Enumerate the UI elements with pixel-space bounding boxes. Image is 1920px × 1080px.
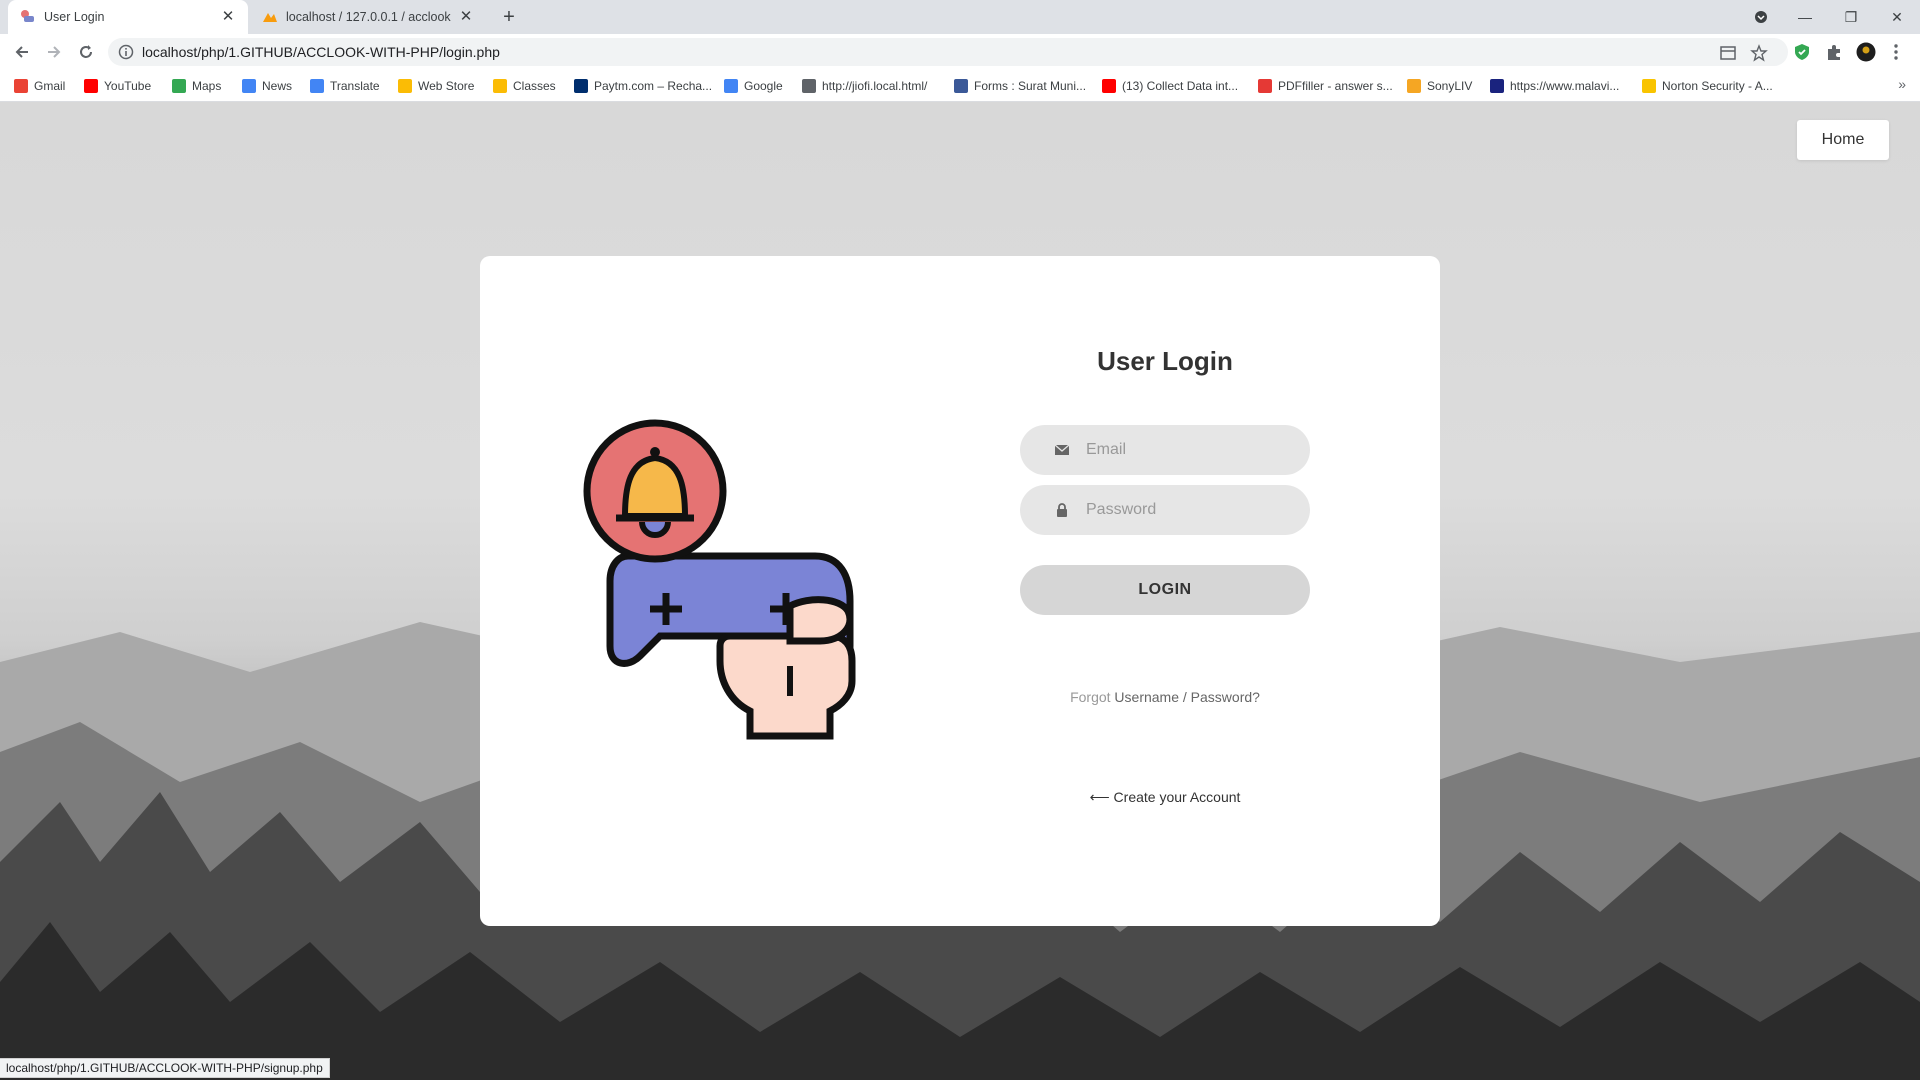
bookmark-item[interactable]: YouTube <box>84 77 151 95</box>
minimize-icon[interactable]: — <box>1782 0 1828 34</box>
bookmark-favicon-icon <box>14 79 28 93</box>
tab-search-icon[interactable] <box>1738 0 1784 34</box>
extensions-puzzle-icon[interactable] <box>1824 42 1844 62</box>
password-input[interactable] <box>1086 485 1296 535</box>
url-text: localhost/php/1.GITHUB/ACCLOOK-WITH-PHP/… <box>142 44 500 60</box>
bookmark-label: SonyLIV <box>1427 79 1473 93</box>
page-viewport: Home User Login Email LOGIN Forgot Usern… <box>0 102 1920 1080</box>
email-input[interactable] <box>1086 425 1296 475</box>
bookmark-item[interactable]: Forms : Surat Muni... <box>954 77 1086 95</box>
tab-title: localhost / 127.0.0.1 / acclook / a <box>286 10 452 24</box>
bookmark-star-icon[interactable] <box>1750 44 1768 62</box>
close-window-icon[interactable]: ✕ <box>1874 0 1920 34</box>
bookmark-favicon-icon <box>172 79 186 93</box>
bookmark-favicon-icon <box>802 79 816 93</box>
bookmark-item[interactable]: Translate <box>310 77 380 95</box>
bookmark-item[interactable]: Web Store <box>398 77 474 95</box>
bookmark-label: YouTube <box>104 79 152 93</box>
password-field-wrapper <box>1020 485 1310 535</box>
address-bar[interactable]: localhost/php/1.GITHUB/ACCLOOK-WITH-PHP/… <box>108 38 1788 66</box>
tab-user-login[interactable]: User Login ✕ <box>8 0 248 34</box>
page-title: User Login <box>1097 346 1233 376</box>
create-account-link[interactable]: ⟵ Create your Account <box>1020 789 1310 806</box>
bookmark-item[interactable]: (13) Collect Data int... <box>1102 77 1238 95</box>
bookmark-label: Gmail <box>34 79 66 93</box>
bookmark-item[interactable]: Gmail <box>14 77 65 95</box>
bookmark-label: https://www.malavi... <box>1510 79 1620 93</box>
bookmark-favicon-icon <box>1642 79 1656 93</box>
close-tab-icon[interactable]: ✕ <box>220 9 236 25</box>
bookmark-favicon-icon <box>1407 79 1421 93</box>
bookmark-favicon-icon <box>574 79 588 93</box>
bookmark-favicon-icon <box>84 79 98 93</box>
bookmark-favicon-icon <box>1490 79 1504 93</box>
close-tab-icon[interactable]: ✕ <box>458 9 474 25</box>
bookmark-favicon-icon <box>310 79 324 93</box>
bookmark-favicon-icon <box>242 79 256 93</box>
bookmark-item[interactable]: SonyLIV <box>1407 77 1472 95</box>
browser-toolbar: localhost/php/1.GITHUB/ACCLOOK-WITH-PHP/… <box>0 34 1920 70</box>
login-form: User Login LOGIN Forgot Username / Passw… <box>1020 346 1310 806</box>
bookmark-label: Google <box>744 79 783 93</box>
bookmark-favicon-icon <box>954 79 968 93</box>
status-bar-url: localhost/php/1.GITHUB/ACCLOOK-WITH-PHP/… <box>0 1058 330 1078</box>
bookmark-label: News <box>262 79 293 93</box>
reader-mode-icon[interactable] <box>1719 44 1737 62</box>
bookmark-label: PDFfiller - answer s... <box>1278 79 1393 93</box>
site-info-icon[interactable] <box>118 44 134 60</box>
bookmark-label: http://jiofi.local.html/ <box>822 79 928 93</box>
home-button[interactable]: Home <box>1797 120 1889 160</box>
bookmark-label: Norton Security - A... <box>1662 79 1773 93</box>
bookmark-item[interactable]: Google <box>724 77 783 95</box>
bookmark-favicon-icon <box>1102 79 1116 93</box>
envelope-icon <box>1054 444 1070 455</box>
reload-icon[interactable] <box>74 40 98 64</box>
forward-icon[interactable] <box>42 40 66 64</box>
tab-phpmyadmin[interactable]: localhost / 127.0.0.1 / acclook / a ✕ <box>250 0 486 34</box>
forgot-prefix: Forgot <box>1070 689 1111 705</box>
bookmark-label: Web Store <box>418 79 475 93</box>
new-tab-button[interactable]: + <box>498 7 520 29</box>
phpmyadmin-favicon-icon <box>263 13 277 22</box>
bookmark-label: Translate <box>330 79 380 93</box>
back-icon[interactable] <box>10 40 34 64</box>
game-notification-illustration <box>583 419 856 740</box>
forgot-credentials: Forgot Username / Password? <box>1020 689 1310 705</box>
bookmark-item[interactable]: Classes <box>493 77 556 95</box>
bookmark-label: Paytm.com – Recha... <box>594 79 713 93</box>
bookmark-item[interactable]: https://www.malavi... <box>1490 77 1619 95</box>
email-field-wrapper <box>1020 425 1310 475</box>
bookmarks-bar: » Gmail YouTube Maps News Translate Web Store… <box>0 70 1920 102</box>
tab-title: User Login <box>44 10 105 24</box>
bookmark-label: Forms : Surat Muni... <box>974 79 1087 93</box>
shield-extension-icon[interactable] <box>1792 42 1812 62</box>
bookmark-label: (13) Collect Data int... <box>1122 79 1239 93</box>
more-bookmarks-icon[interactable]: » <box>1898 76 1906 92</box>
bookmark-item[interactable]: PDFfiller - answer s... <box>1258 77 1393 95</box>
forgot-link[interactable]: Username / Password? <box>1114 689 1260 705</box>
bookmark-item[interactable]: http://jiofi.local.html/ <box>802 77 927 95</box>
bookmark-favicon-icon <box>398 79 412 93</box>
lock-icon <box>1057 503 1067 517</box>
login-card: User Login LOGIN Forgot Username / Passw… <box>480 256 1440 926</box>
game-favicon-icon <box>21 10 34 22</box>
login-button[interactable]: LOGIN <box>1020 565 1310 615</box>
restore-icon[interactable]: ❐ <box>1828 0 1874 34</box>
bookmark-item[interactable]: Paytm.com – Recha... <box>574 77 712 95</box>
tab-strip: User Login ✕ localhost / 127.0.0.1 / acc… <box>0 0 1920 34</box>
bookmark-label: Maps <box>192 79 222 93</box>
bookmark-favicon-icon <box>724 79 738 93</box>
menu-kebab-icon[interactable] <box>1886 42 1906 62</box>
bookmark-favicon-icon <box>1258 79 1272 93</box>
bookmark-label: Classes <box>513 79 556 93</box>
bookmark-item[interactable]: Maps <box>172 77 221 95</box>
bookmark-favicon-icon <box>493 79 507 93</box>
bookmark-item[interactable]: News <box>242 77 292 95</box>
bookmark-item[interactable]: Norton Security - A... <box>1642 77 1773 95</box>
profile-avatar-icon[interactable] <box>1856 42 1876 62</box>
